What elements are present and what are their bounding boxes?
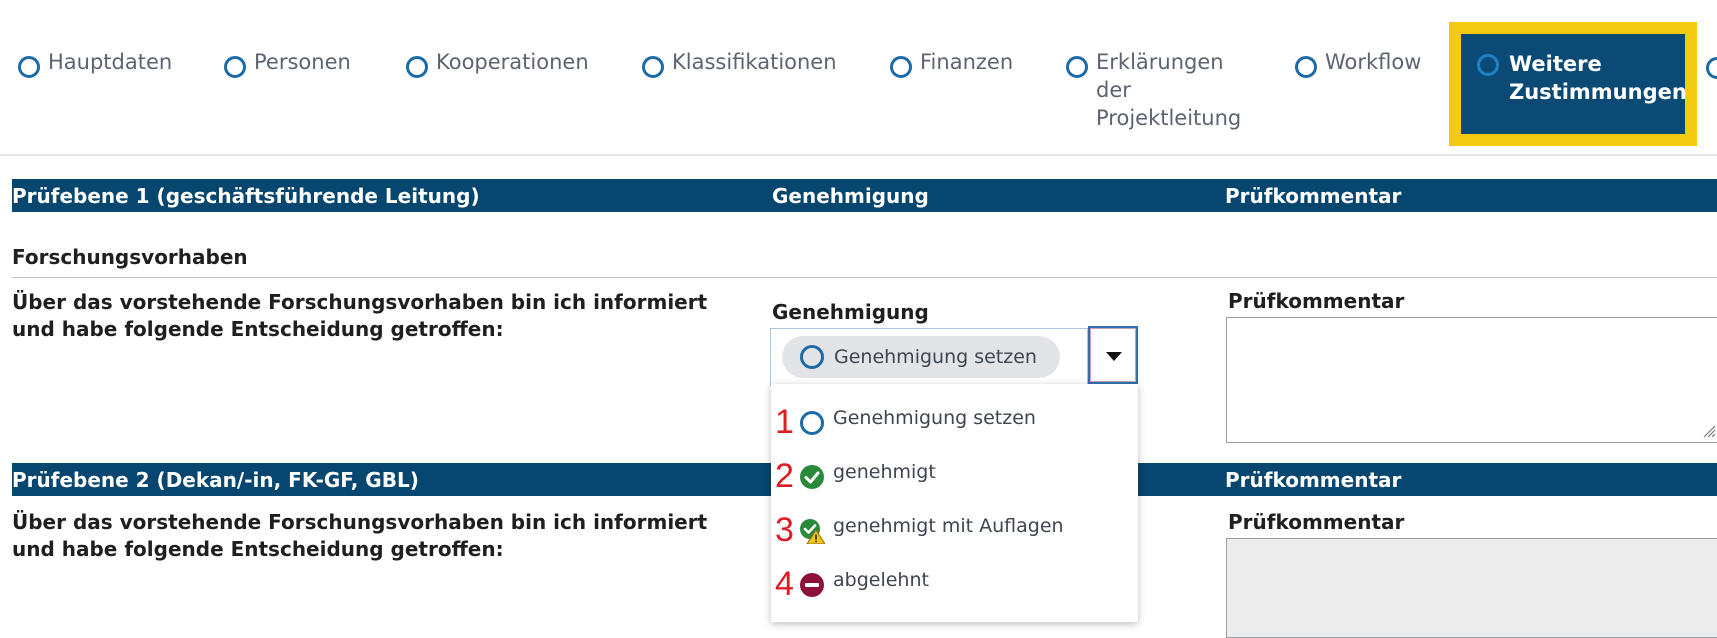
option-abgelehnt[interactable]: 4 abgelehnt — [771, 560, 1138, 608]
selected-value-pill[interactable]: Genehmigung setzen — [782, 336, 1060, 378]
section2-statement: Über das vorstehende Forschungsvorhaben … — [12, 510, 708, 561]
genehmigung-dropdown-menu: 1 Genehmigung setzen 2 genehmigt 3 geneh… — [771, 384, 1138, 622]
pruefkommentar-textarea-1[interactable] — [1226, 317, 1717, 443]
tab-label: Kooperationen — [436, 50, 589, 74]
option-label: genehmigt — [833, 461, 936, 483]
active-tab-inner: Weitere Zustimmungen — [1461, 34, 1687, 134]
circle-icon — [406, 56, 428, 78]
next-tab-circle-icon[interactable] — [1706, 57, 1717, 79]
red-minus-icon — [800, 573, 824, 597]
section1-statement: Über das vorstehende Forschungsvorhaben … — [12, 290, 708, 341]
empty-circle-icon — [800, 411, 824, 435]
tab-label: Klassifikationen — [672, 50, 837, 74]
circle-icon — [890, 56, 912, 78]
check-warning-icon — [800, 519, 825, 544]
tab-label: Weitere Zustimmungen — [1509, 52, 1687, 104]
option-label: Genehmigung setzen — [833, 407, 1036, 429]
section1-title: Prüfebene 1 (geschäftsführende Leitung) — [12, 184, 480, 208]
tab-kooperationen[interactable]: Kooperationen — [406, 48, 589, 78]
annotation-marker: 4 — [775, 565, 794, 603]
pruefkommentar-label-2: Prüfkommentar — [1228, 510, 1405, 534]
genehmigung-label: Genehmigung — [772, 300, 929, 324]
tab-hauptdaten[interactable]: Hauptdaten — [18, 48, 172, 78]
option-genehmigt[interactable]: 2 genehmigt — [771, 452, 1138, 500]
dropdown-toggle-button[interactable] — [1088, 326, 1138, 384]
section1-header-bar: Prüfebene 1 (geschäftsführende Leitung) … — [12, 179, 1717, 212]
circle-icon — [224, 56, 246, 78]
option-genehmigt-mit-auflagen[interactable]: 3 genehmigt mit Auflagen — [771, 506, 1138, 554]
circle-icon — [1477, 54, 1499, 76]
tab-label: Workflow — [1325, 50, 1422, 74]
tab-label: Personen — [254, 50, 351, 74]
circle-icon — [1295, 56, 1317, 78]
annotation-marker: 1 — [775, 403, 794, 441]
section2-title: Prüfebene 2 (Dekan/-in, FK-GF, GBL) — [12, 468, 419, 492]
option-label: abgelehnt — [833, 569, 929, 591]
green-check-icon — [800, 465, 824, 489]
annotation-marker: 3 — [775, 511, 794, 549]
tab-label: Hauptdaten — [48, 50, 173, 74]
empty-circle-icon — [800, 345, 824, 369]
tab-erklaerungen[interactable]: Erklärungen der Projektleitung — [1066, 48, 1246, 132]
tab-klassifikationen[interactable]: Klassifikationen — [642, 48, 837, 78]
section1-col-pruefkommentar: Prüfkommentar — [1225, 184, 1402, 208]
tab-finanzen[interactable]: Finanzen — [890, 48, 1013, 78]
option-genehmigung-setzen[interactable]: 1 Genehmigung setzen — [771, 398, 1138, 446]
tab-label: Erklärungen der Projektleitung — [1096, 50, 1242, 130]
subheading-forschungsvorhaben: Forschungsvorhaben — [12, 245, 248, 269]
chevron-down-icon — [1106, 352, 1122, 361]
annotation-marker: 2 — [775, 457, 794, 495]
tab-bar: Hauptdaten Personen Kooperationen Klassi… — [0, 0, 1717, 156]
selected-value: Genehmigung setzen — [834, 346, 1037, 368]
tab-workflow[interactable]: Workflow — [1295, 48, 1421, 78]
resize-grip-icon[interactable] — [1702, 424, 1716, 438]
section2-col-pruefkommentar: Prüfkommentar — [1225, 468, 1402, 492]
tab-weitere-zustimmungen[interactable]: Weitere Zustimmungen — [1449, 22, 1697, 146]
option-label: genehmigt mit Auflagen — [833, 515, 1064, 537]
pruefkommentar-label: Prüfkommentar — [1228, 289, 1405, 313]
circle-icon — [642, 56, 664, 78]
tab-personen[interactable]: Personen — [224, 48, 351, 78]
section1-col-genehmigung: Genehmigung — [772, 184, 929, 208]
circle-icon — [1066, 56, 1088, 78]
tab-label: Finanzen — [920, 50, 1014, 74]
circle-icon — [18, 56, 40, 78]
pruefkommentar-textarea-2 — [1226, 538, 1717, 638]
divider — [12, 277, 1717, 278]
